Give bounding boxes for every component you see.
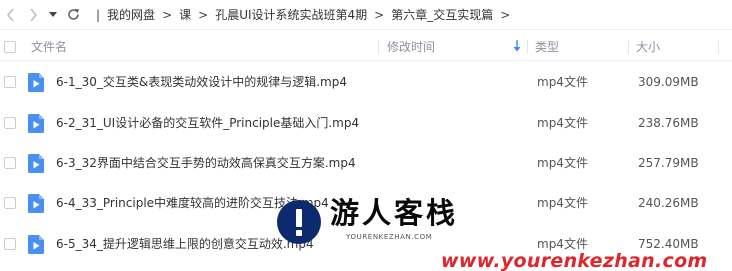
file-size: 309.09MB (638, 75, 699, 89)
breadcrumb-item-chapter[interactable]: 第六章_交互实现篇 (391, 6, 493, 23)
file-name[interactable]: 6-3_32界面中结合交互手势的动效高保真交互方案.mp4 (56, 145, 356, 182)
select-all-checkbox[interactable] (4, 41, 16, 53)
file-type: mp4文件 (537, 75, 588, 89)
file-size: 238.76MB (638, 116, 699, 130)
file-type: mp4文件 (537, 156, 588, 170)
column-header-modified[interactable]: 修改时间 (387, 33, 435, 61)
file-type: mp4文件 (537, 116, 588, 130)
breadcrumb-item-course[interactable]: 课 (179, 6, 191, 23)
file-name[interactable]: 6-2_31_UI设计必备的交互软件_Principle基础入门.mp4 (56, 105, 359, 142)
column-header-name[interactable]: 文件名 (31, 33, 67, 61)
chevron-right-separator-icon: > (500, 7, 511, 22)
video-file-icon (28, 235, 44, 254)
watermark-subtitle: YOURENKEZHAN.COM (346, 233, 433, 241)
watermark-url: www.yourenkezhan.com (441, 250, 708, 271)
chevron-right-separator-icon: > (198, 7, 209, 22)
chevron-right-separator-icon: > (374, 7, 385, 22)
file-size: 257.79MB (638, 156, 699, 170)
refresh-icon[interactable] (64, 0, 82, 30)
row-checkbox[interactable] (4, 117, 16, 129)
column-divider (718, 40, 719, 54)
video-file-icon (28, 154, 44, 173)
chevron-left-icon[interactable] (2, 0, 20, 30)
table-row[interactable]: 6-3_32界面中结合交互手势的动效高保真交互方案.mp4 mp4文件 257.… (0, 145, 732, 182)
file-type: mp4文件 (537, 196, 588, 210)
file-name[interactable]: 6-5_34_提升逻辑思维上限的创意交互动效.mp4 (56, 226, 314, 263)
watermark-logo-icon (277, 200, 321, 244)
watermark-title: 游人客栈 (330, 196, 459, 230)
row-checkbox[interactable] (4, 76, 16, 88)
row-checkbox[interactable] (4, 197, 16, 209)
table-row[interactable]: 6-2_31_UI设计必备的交互软件_Principle基础入门.mp4 mp4… (0, 105, 732, 142)
video-file-icon (28, 73, 44, 92)
caret-down-icon[interactable] (44, 0, 62, 30)
breadcrumb-item-home[interactable]: 我的网盘 (107, 6, 155, 23)
file-size: 240.26MB (638, 196, 699, 210)
column-header-size[interactable]: 大小 (636, 33, 660, 61)
toolbar: | 我的网盘 > 课 > 孔晨UI设计系统实战班第4期 > 第六章_交互实现篇 … (0, 0, 732, 30)
table-row[interactable]: 6-1_30_交互类&表现类动效设计中的规律与逻辑.mp4 mp4文件 309.… (0, 64, 732, 101)
breadcrumb: | 我的网盘 > 课 > 孔晨UI设计系统实战班第4期 > 第六章_交互实现篇 … (96, 6, 517, 23)
column-divider (527, 40, 528, 54)
chevron-right-separator-icon: > (162, 7, 173, 22)
column-divider (378, 40, 379, 54)
table-header: 文件名 修改时间 类型 大小 (0, 33, 732, 61)
column-header-type[interactable]: 类型 (535, 33, 559, 61)
row-checkbox[interactable] (4, 238, 16, 250)
breadcrumb-item-class[interactable]: 孔晨UI设计系统实战班第4期 (215, 6, 367, 23)
column-divider (628, 40, 629, 54)
breadcrumb-separator: | (96, 7, 101, 22)
video-file-icon (28, 194, 44, 213)
file-name[interactable]: 6-1_30_交互类&表现类动效设计中的规律与逻辑.mp4 (56, 64, 347, 101)
video-file-icon (28, 114, 44, 133)
sort-descending-icon[interactable] (513, 40, 521, 54)
row-checkbox[interactable] (4, 157, 16, 169)
chevron-right-icon[interactable] (24, 0, 42, 30)
